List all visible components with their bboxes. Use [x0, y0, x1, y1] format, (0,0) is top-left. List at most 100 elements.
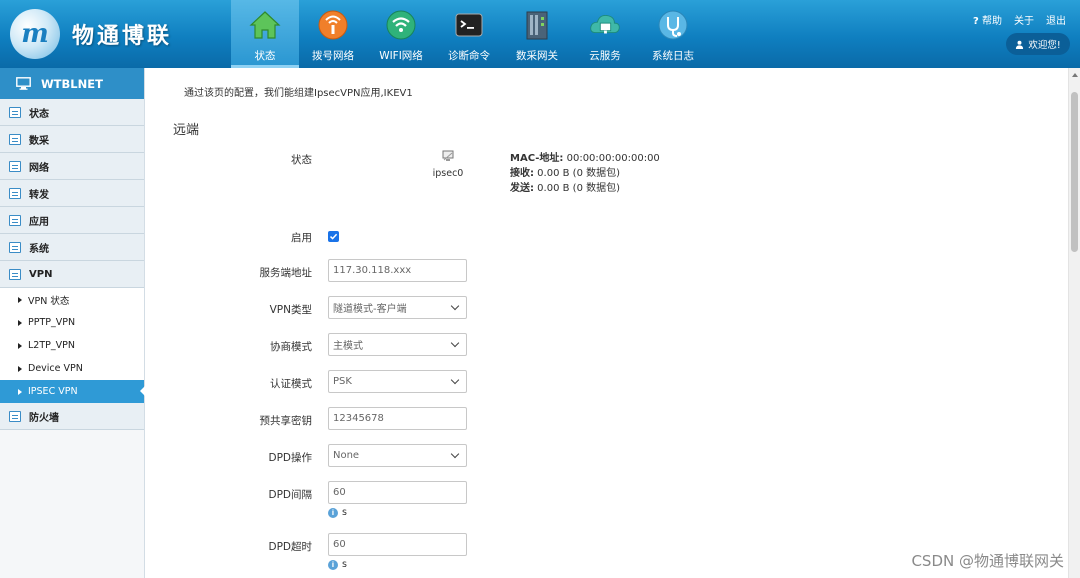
- sidebar-item-firewall[interactable]: 防火墙: [0, 403, 144, 430]
- rx-row: 接收: 0.00 B (0 数据包): [510, 166, 660, 181]
- brand-name: 物通博联: [72, 24, 173, 49]
- sidebar-item-forwarding[interactable]: 转发: [0, 180, 144, 207]
- sidebar-item-collection[interactable]: 数采: [0, 126, 144, 153]
- enable-checkbox[interactable]: [328, 231, 339, 242]
- mac-value: 00:00:00:00:00:00: [563, 153, 660, 164]
- dpd-action-value: None: [333, 450, 360, 461]
- vertical-scrollbar[interactable]: [1068, 68, 1080, 578]
- page-description: 通过该页的配置，我们能组建IpsecVPN应用,IKEV1: [184, 88, 413, 99]
- list-icon: [9, 268, 21, 280]
- sidebar-subitem-label: VPN 状态: [28, 295, 70, 307]
- caret-right-icon: [18, 388, 22, 395]
- dial-network-icon: [316, 8, 350, 42]
- sidebar-item-label: VPN: [29, 268, 53, 280]
- sidebar-subitem-label: PPTP_VPN: [28, 317, 76, 328]
- top-header: m 物通博联 状态 拨号网络 WIFI网络 诊断命令 数采网关 云服务 系统日志…: [0, 0, 1080, 68]
- sidebar-item-network[interactable]: 网络: [0, 153, 144, 180]
- cloud-icon: [588, 8, 622, 42]
- caret-right-icon: [18, 319, 22, 326]
- nav-label: WIFI网络: [379, 50, 423, 62]
- unit-label: s: [342, 507, 347, 518]
- list-icon: [9, 187, 21, 199]
- sidebar-subitem-vpn-status[interactable]: VPN 状态: [0, 288, 144, 311]
- psk-input[interactable]: 12345678: [328, 407, 467, 430]
- sidebar-subitem-l2tp-vpn[interactable]: L2TP_VPN: [0, 334, 144, 357]
- watermark: CSDN @物通博联网关: [911, 552, 1064, 570]
- check-icon: [329, 233, 338, 240]
- dpd-timeout-unit: i s: [328, 559, 347, 570]
- sidebar-title-text: WTBLNET: [41, 76, 103, 91]
- main-content: 通过该页的配置，我们能组建IpsecVPN应用,IKEV1 远端 状态 ipse…: [146, 68, 1068, 578]
- nav-cloud[interactable]: 云服务: [571, 0, 639, 68]
- sidebar-item-label: 系统: [29, 243, 49, 255]
- sidebar-item-system[interactable]: 系统: [0, 234, 144, 261]
- vpn-type-label: VPN类型: [269, 304, 312, 316]
- sidebar-subitem-label: IPSEC VPN: [28, 386, 78, 397]
- interface-device: ipsec0: [430, 150, 466, 179]
- sidebar-subitem-pptp-vpn[interactable]: PPTP_VPN: [0, 311, 144, 334]
- tx-value: 0.00 B (0 数据包): [534, 183, 621, 194]
- sidebar-item-vpn[interactable]: VPN: [0, 261, 144, 288]
- nav-diagnostics[interactable]: 诊断命令: [435, 0, 503, 68]
- sidebar-item-label: 数采: [29, 135, 49, 147]
- dpd-timeout-input[interactable]: 60: [328, 533, 467, 556]
- vpn-type-select[interactable]: 隧道模式-客户端: [328, 296, 467, 319]
- caret-right-icon: [18, 296, 22, 303]
- terminal-icon: [452, 8, 486, 42]
- nav-wifi[interactable]: WIFI网络: [367, 0, 435, 68]
- nav-label: 拨号网络: [312, 50, 354, 62]
- chevron-down-icon: [450, 301, 460, 311]
- enable-label: 启用: [291, 232, 312, 244]
- help-icon: ?: [973, 16, 979, 27]
- dpd-timeout-label: DPD超时: [268, 541, 312, 553]
- sidebar: WTBLNET 状态 数采 网络 转发 应用 系统 VPN VPN 状态 PPT…: [0, 68, 145, 578]
- about-link[interactable]: 关于: [1014, 12, 1034, 27]
- mac-label: MAC-地址:: [510, 153, 564, 164]
- nav-label: 云服务: [589, 50, 621, 62]
- scroll-up-icon[interactable]: [1072, 73, 1078, 77]
- vpn-type-value: 隧道模式-客户端: [333, 304, 407, 315]
- sidebar-item-label: 转发: [29, 189, 49, 201]
- chevron-down-icon: [450, 375, 460, 385]
- list-icon: [9, 214, 21, 226]
- unit-label: s: [342, 559, 347, 570]
- sidebar-subitem-label: Device VPN: [28, 363, 83, 374]
- negotiation-mode-select[interactable]: 主模式: [328, 333, 467, 356]
- brand-logo: m 物通博联: [10, 8, 190, 60]
- list-icon: [9, 160, 21, 172]
- sidebar-subitem-ipsec-vpn[interactable]: IPSEC VPN: [0, 380, 145, 403]
- wifi-icon: [384, 8, 418, 42]
- sidebar-subitem-device-vpn[interactable]: Device VPN: [0, 357, 144, 380]
- nav-dial-network[interactable]: 拨号网络: [299, 0, 367, 68]
- nav-label: 系统日志: [652, 50, 694, 62]
- stethoscope-icon: [656, 8, 690, 42]
- dpd-action-select[interactable]: None: [328, 444, 467, 467]
- dpd-interval-input[interactable]: 60: [328, 481, 467, 504]
- mac-address-row: MAC-地址: 00:00:00:00:00:00: [510, 151, 660, 166]
- top-links: ? 帮助 关于 退出: [973, 12, 1066, 27]
- sidebar-item-label: 状态: [29, 108, 49, 120]
- list-icon: [9, 133, 21, 145]
- negotiation-mode-label: 协商模式: [270, 341, 312, 353]
- rx-value: 0.00 B (0 数据包): [534, 168, 621, 179]
- sidebar-item-label: 应用: [29, 216, 49, 228]
- sidebar-item-application[interactable]: 应用: [0, 207, 144, 234]
- sidebar-item-status[interactable]: 状态: [0, 99, 144, 126]
- nav-gateway[interactable]: 数采网关: [503, 0, 571, 68]
- user-icon: [1016, 40, 1024, 49]
- sidebar-title: WTBLNET: [0, 68, 144, 99]
- nav-system-log[interactable]: 系统日志: [639, 0, 707, 68]
- info-icon: i: [328, 559, 338, 570]
- nav-label: 状态: [254, 50, 276, 62]
- nav-status[interactable]: 状态: [231, 0, 299, 68]
- logout-link[interactable]: 退出: [1046, 12, 1066, 27]
- auth-mode-select[interactable]: PSK: [328, 370, 467, 393]
- list-icon: [9, 241, 21, 253]
- list-icon: [9, 106, 21, 118]
- chevron-down-icon: [450, 449, 460, 459]
- help-link[interactable]: ? 帮助: [973, 12, 1002, 27]
- dpd-action-label: DPD操作: [268, 452, 312, 464]
- server-address-input[interactable]: 117.30.118.xxx: [328, 259, 467, 282]
- scrollbar-thumb[interactable]: [1071, 92, 1078, 252]
- info-icon: i: [328, 507, 338, 518]
